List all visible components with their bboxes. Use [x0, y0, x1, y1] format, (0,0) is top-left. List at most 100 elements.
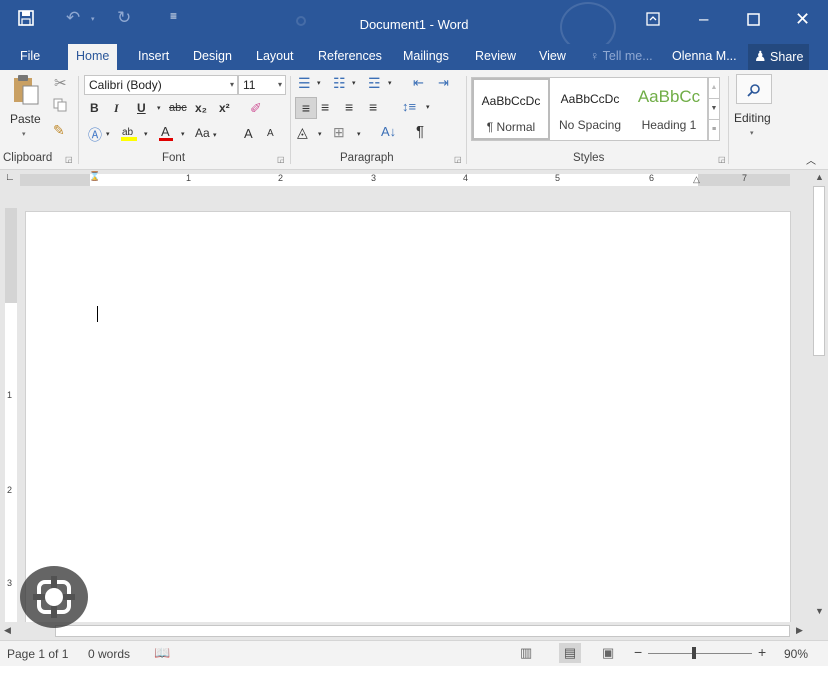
- multilevel-dropdown-icon[interactable]: ▾: [388, 79, 392, 87]
- maximize-icon[interactable]: [747, 11, 760, 31]
- zoom-slider-track[interactable]: [648, 653, 752, 654]
- tab-mailings[interactable]: Mailings: [403, 44, 449, 70]
- tab-view[interactable]: View: [539, 44, 566, 70]
- indent-marker-icon[interactable]: ⌛: [89, 171, 100, 182]
- shading-icon[interactable]: ◬: [297, 124, 308, 141]
- tell-me-search[interactable]: ♀ Tell me...: [590, 44, 653, 70]
- horizontal-scrollbar[interactable]: ◀ ▶: [0, 622, 810, 640]
- style-normal[interactable]: AaBbCcDc ¶ Normal: [472, 78, 550, 140]
- align-right-icon[interactable]: ≡: [345, 99, 353, 115]
- cut-icon[interactable]: ✂: [54, 74, 67, 92]
- paste-label[interactable]: Paste: [10, 112, 41, 126]
- scroll-left-icon[interactable]: ◀: [4, 625, 11, 636]
- print-layout-icon[interactable]: ▤: [559, 643, 581, 663]
- font-name-box[interactable]: Calibri (Body) ▾: [84, 75, 238, 95]
- proofing-icon[interactable]: 📖: [154, 645, 170, 661]
- italic-button[interactable]: I: [114, 101, 119, 116]
- justify-icon[interactable]: ≡: [369, 99, 377, 115]
- tab-insert[interactable]: Insert: [138, 44, 169, 70]
- editing-button[interactable]: Editing: [734, 111, 771, 125]
- styles-scroll-down-icon[interactable]: ▼: [708, 98, 720, 120]
- word-count[interactable]: 0 words: [88, 647, 130, 661]
- lens-overlay-button[interactable]: [20, 566, 88, 628]
- bullets-dropdown-icon[interactable]: ▾: [317, 79, 321, 87]
- scroll-right-icon[interactable]: ▶: [796, 625, 803, 636]
- copy-icon[interactable]: [53, 98, 67, 115]
- font-color-dropdown-icon[interactable]: ▾: [181, 130, 185, 138]
- scroll-up-icon[interactable]: ▲: [815, 172, 824, 182]
- read-mode-icon[interactable]: ▥: [520, 645, 532, 661]
- decrease-indent-icon[interactable]: ⇤: [413, 75, 424, 91]
- numbering-dropdown-icon[interactable]: ▾: [352, 79, 356, 87]
- document-page[interactable]: [25, 211, 791, 622]
- subscript-button[interactable]: x₂: [195, 101, 207, 115]
- find-icon[interactable]: [736, 74, 772, 104]
- editing-dropdown-icon[interactable]: ▾: [750, 129, 754, 137]
- sort-icon[interactable]: A↓: [381, 124, 396, 139]
- clear-formatting-icon[interactable]: ✐: [250, 100, 262, 117]
- shading-dropdown-icon[interactable]: ▾: [318, 130, 322, 138]
- clipboard-launcher-icon[interactable]: ◲: [65, 155, 73, 164]
- horizontal-scroll-thumb[interactable]: [55, 625, 790, 637]
- strikethrough-button[interactable]: abc: [169, 102, 187, 114]
- tab-layout[interactable]: Layout: [256, 44, 294, 70]
- multilevel-list-icon[interactable]: ☲: [368, 75, 381, 92]
- paragraph-launcher-icon[interactable]: ◲: [454, 155, 462, 164]
- tab-home[interactable]: Home: [68, 44, 118, 70]
- shrink-font-button[interactable]: A: [267, 128, 274, 139]
- bold-button[interactable]: B: [90, 101, 99, 115]
- increase-indent-icon[interactable]: ⇥: [438, 75, 449, 91]
- styles-more-icon[interactable]: ≡: [708, 119, 720, 141]
- zoom-level[interactable]: 90%: [784, 647, 808, 661]
- style-heading-1[interactable]: AaBbCc Heading 1: [630, 78, 708, 140]
- zoom-in-icon[interactable]: +: [758, 644, 766, 660]
- styles-launcher-icon[interactable]: ◲: [718, 155, 726, 164]
- ribbon-display-options-icon[interactable]: [646, 11, 660, 31]
- style-no-spacing[interactable]: AaBbCcDc No Spacing: [552, 78, 628, 140]
- underline-dropdown-icon[interactable]: ▾: [157, 104, 161, 112]
- tab-file[interactable]: File: [20, 44, 40, 70]
- zoom-out-icon[interactable]: −: [634, 644, 642, 660]
- align-left-icon[interactable]: ≡: [295, 97, 317, 119]
- right-indent-marker-icon[interactable]: △: [693, 174, 700, 185]
- tab-references[interactable]: References: [318, 44, 382, 70]
- styles-scroll-up-icon[interactable]: ▲: [708, 77, 720, 99]
- text-effects-icon[interactable]: Ⓐ: [88, 125, 102, 145]
- ruler-number: 7: [742, 173, 748, 183]
- font-launcher-icon[interactable]: ◲: [277, 155, 285, 164]
- show-formatting-icon[interactable]: ¶: [416, 123, 424, 140]
- minimize-icon[interactable]: –: [699, 9, 708, 29]
- tab-design[interactable]: Design: [193, 44, 232, 70]
- numbering-icon[interactable]: ☷: [333, 75, 346, 92]
- scroll-down-icon[interactable]: ▼: [815, 606, 824, 616]
- underline-button[interactable]: U: [137, 101, 146, 115]
- tab-review[interactable]: Review: [475, 44, 516, 70]
- tab-selector-icon[interactable]: ∟: [5, 172, 15, 183]
- paste-icon[interactable]: [12, 74, 40, 109]
- font-color-icon[interactable]: A: [158, 124, 174, 145]
- close-icon[interactable]: ✕: [795, 9, 810, 30]
- line-spacing-icon[interactable]: ↕≡: [402, 99, 416, 114]
- page-count[interactable]: Page 1 of 1: [7, 647, 68, 661]
- user-account[interactable]: Olenna M...: [672, 44, 737, 70]
- format-painter-icon[interactable]: ✎: [53, 122, 65, 139]
- highlight-dropdown-icon[interactable]: ▾: [144, 130, 148, 138]
- web-layout-icon[interactable]: ▣: [602, 645, 614, 661]
- borders-dropdown-icon[interactable]: ▾: [357, 130, 361, 138]
- change-case-button[interactable]: Aa ▾: [195, 126, 217, 140]
- zoom-slider-thumb[interactable]: [692, 647, 696, 659]
- vertical-scrollbar[interactable]: ▲ ▼: [810, 170, 828, 622]
- vertical-scroll-thumb[interactable]: [813, 186, 825, 356]
- align-center-icon[interactable]: ≡: [321, 99, 329, 115]
- text-effects-dropdown-icon[interactable]: ▾: [106, 130, 110, 138]
- line-spacing-dropdown-icon[interactable]: ▾: [426, 103, 430, 111]
- borders-icon[interactable]: ⊞: [333, 124, 345, 141]
- collapse-ribbon-icon[interactable]: ︿: [806, 152, 816, 167]
- grow-font-button[interactable]: A: [244, 126, 253, 141]
- share-button[interactable]: ♟ Share: [748, 44, 810, 70]
- paste-dropdown-icon[interactable]: ▾: [22, 130, 26, 138]
- superscript-button[interactable]: x²: [219, 101, 230, 115]
- bullets-icon[interactable]: ☰: [298, 75, 311, 92]
- font-size-box[interactable]: 11 ▾: [238, 75, 286, 95]
- highlight-icon[interactable]: ab: [120, 124, 138, 145]
